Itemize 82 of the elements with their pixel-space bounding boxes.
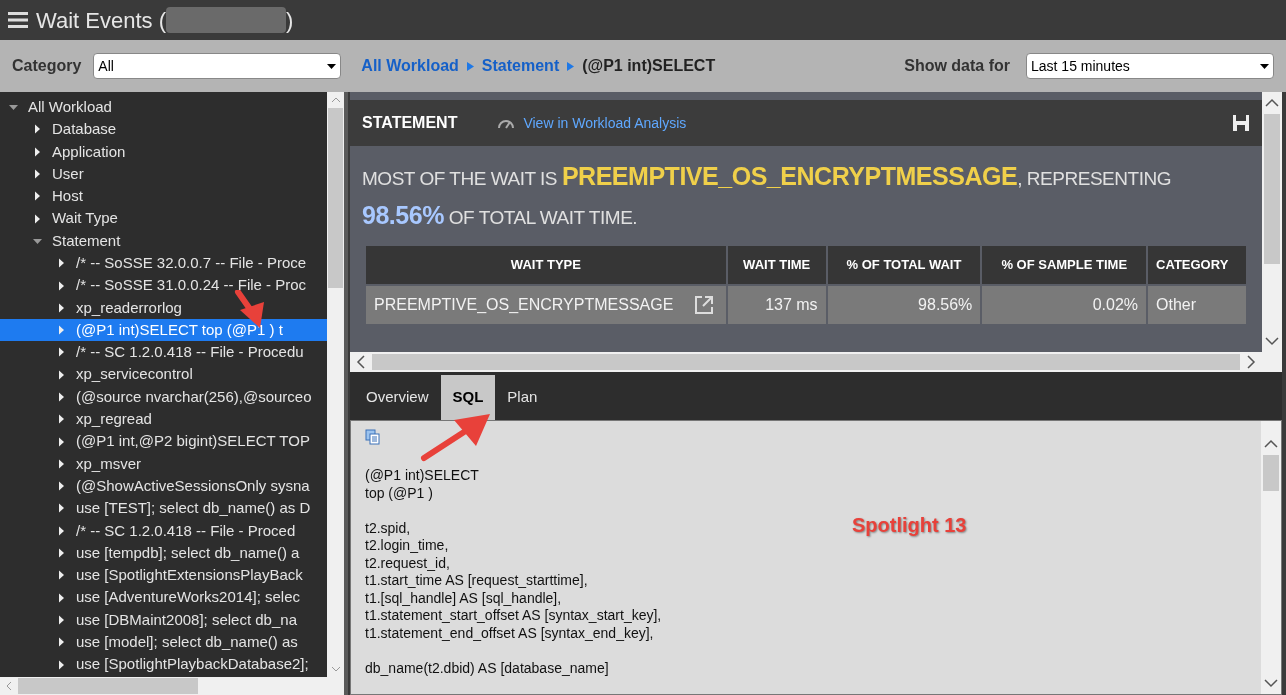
tree-item[interactable]: /* -- SoSSE 32.0.0.7 -- File - Proce [0, 252, 327, 275]
tree-item[interactable]: use [model]; select db_name() as [0, 631, 327, 654]
chevron-icon [567, 61, 575, 71]
tree-item[interactable]: /* -- SoSSE 31.0.0.24 -- File - Proc [0, 274, 327, 297]
tree-item[interactable]: Wait Type [0, 207, 327, 230]
table-cell: 98.56% [826, 285, 982, 325]
column-header: WAIT TYPE [365, 245, 727, 285]
table-cell: 0.02% [981, 285, 1148, 325]
scrollbar-thumb[interactable] [1264, 114, 1280, 264]
summary-text: MOST OF THE WAIT IS PREEMPTIVE_OS_ENCRYPTMESSAGE, REPRESENTING 98.56% OF TOTAL WAIT TIME. [361, 161, 1173, 231]
tree-item[interactable]: /* -- SC 1.2.0.418 -- File - Procedu [0, 341, 327, 364]
scrollbar-thumb[interactable] [328, 108, 343, 288]
column-header: % OF SAMPLE TIME [981, 245, 1148, 285]
tab[interactable]: Plan [495, 375, 550, 420]
tree-item[interactable]: use [tempdb]; select db_name() a [0, 541, 327, 565]
category-dropdown[interactable]: All [93, 53, 342, 79]
breadcrumb-current: (@P1 int)SELECT [582, 56, 716, 76]
expanded-arrow-icon[interactable] [8, 102, 20, 113]
horizontal-scrollbar[interactable] [350, 352, 1282, 372]
code-line: t2.request_id, [365, 554, 450, 572]
tree-item[interactable]: Database [0, 118, 327, 141]
tree-item[interactable]: use [SpotlightPlaybackDatabase2]; [0, 653, 327, 676]
tree-item[interactable]: use [SpotlightExtensionsPlayBack [0, 564, 327, 587]
tree-item[interactable]: (@P1 int,@P2 bigint)SELECT TOP [0, 430, 327, 453]
annotation-text: Spotlight 13 [852, 513, 967, 538]
annotation-arrow [420, 412, 492, 462]
scrollbar[interactable] [1262, 92, 1282, 352]
column-header: WAIT TIME [726, 245, 827, 285]
tree-item[interactable]: use [DBMaint2008]; select db_na [0, 608, 327, 632]
caret-icon [1260, 63, 1269, 69]
chevron-icon [466, 61, 474, 71]
scrollbar[interactable] [1261, 421, 1281, 694]
tree-item[interactable]: User [0, 162, 327, 186]
scrollbar-thumb[interactable] [372, 354, 1240, 370]
table-cell: Other [1147, 285, 1247, 325]
tree-item[interactable]: use [AdventureWorks2014]; selec [0, 586, 327, 609]
menu-icon[interactable] [8, 11, 28, 29]
external-link-icon[interactable] [693, 295, 714, 315]
code-line: top (@P1 ) [365, 484, 433, 502]
tree-item[interactable]: xp_servicecontrol [0, 363, 327, 386]
table-cell: PREEMPTIVE_OS_ENCRYPTMESSAGE [365, 285, 727, 325]
caret-icon [327, 63, 337, 69]
tree-item[interactable]: (@P1 int)SELECT top (@P1 ) t [0, 318, 327, 342]
tree-item[interactable]: /* -- SC 1.2.0.418 -- File - Proced [0, 519, 327, 542]
tab[interactable]: SQL [440, 375, 496, 420]
category-label: Category [12, 56, 82, 76]
scrollbar-thumb[interactable] [1263, 455, 1279, 491]
tree-item[interactable]: All Workload [0, 96, 327, 119]
tree-item[interactable]: (@source nvarchar(256),@sourceo [0, 385, 327, 409]
scroll-right-icon[interactable] [1244, 354, 1258, 370]
tree-item[interactable]: (@ShowActiveSessionsOnly sysna [0, 475, 327, 498]
code-line: t1.[sql_handle] AS [sql_handle], [365, 589, 562, 607]
show-data-label: Show data for [904, 56, 1010, 76]
code-line: db_name(t2.dbid) AS [database_name] [365, 659, 609, 677]
tree-item[interactable]: xp_readerrorlog [0, 296, 327, 319]
tree-item[interactable]: Statement [0, 229, 327, 253]
horizontal-scrollbar[interactable] [0, 677, 344, 695]
code-line: t2.spid, [365, 519, 411, 537]
tab[interactable]: Overview [354, 375, 441, 420]
code-line: t1.statement_start_offset AS [syntax_start_key], [365, 607, 662, 625]
section-title: STATEMENT [362, 113, 458, 133]
code-line: (@P1 int)SELECT [365, 467, 479, 485]
gauge-icon [497, 117, 516, 129]
tree-item[interactable]: Host [0, 185, 327, 208]
workload-analysis-link[interactable]: View in Workload Analysis [523, 112, 687, 134]
scrollbar-thumb[interactable] [18, 678, 198, 694]
table-cell: 137 ms [726, 285, 827, 325]
column-header: CATEGORY [1147, 245, 1247, 285]
copy-icon[interactable] [365, 429, 381, 445]
tree-item[interactable]: Application [0, 140, 327, 163]
scroll-left-icon[interactable] [354, 354, 368, 370]
time-range-dropdown[interactable]: Last 15 minutes [1026, 53, 1274, 79]
tree-item[interactable]: use [TEST]; select db_name() as D [0, 497, 327, 520]
code-line: t2.login_time, [365, 537, 449, 555]
column-header: % OF TOTAL WAIT [826, 245, 982, 285]
code-line: t1.statement_end_offset AS [syntax_end_key], [365, 624, 654, 642]
tree-item[interactable]: xp_regread [0, 408, 327, 431]
code-line: t1.start_time AS [request_starttime], [365, 572, 588, 590]
tree-item[interactable]: xp_msver [0, 452, 327, 476]
window-title: ) [286, 6, 294, 35]
window-title: Wait Events ( [36, 6, 166, 35]
scrollbar[interactable] [327, 92, 344, 677]
